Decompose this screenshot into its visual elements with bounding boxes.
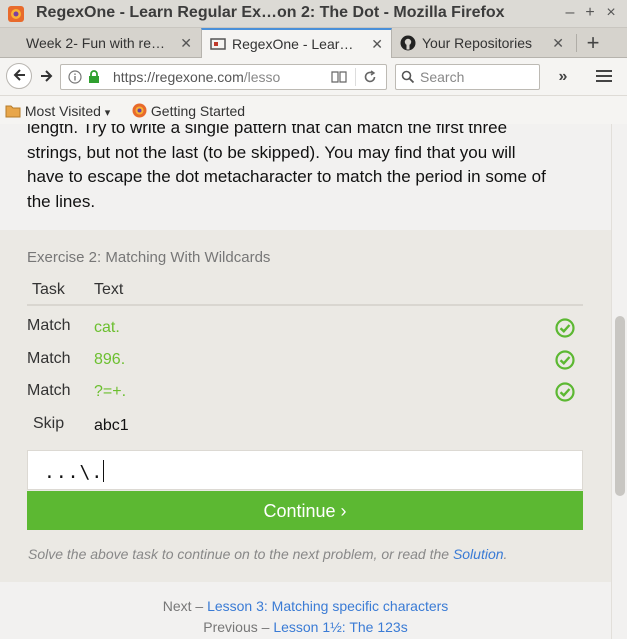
search-placeholder: Search (420, 69, 465, 85)
chevron-down-icon: ▾ (104, 107, 111, 119)
regex-answer-input[interactable]: ...\. (27, 450, 583, 490)
check-circle-icon (555, 318, 575, 338)
hint-text: Solve the above task to continue on to t… (28, 546, 507, 562)
tab-regexone[interactable]: RegexOne - Lear… ✕ (201, 28, 392, 58)
page-content: length. Try to write a single pattern th… (0, 124, 611, 639)
close-window-button[interactable]: × (603, 4, 619, 22)
hint-prefix: Solve the above task to continue on to t… (28, 546, 453, 562)
tab-label: Week 2- Fun with re… (26, 35, 166, 51)
row-text-value: cat. (94, 319, 120, 336)
arrow-left-icon (13, 69, 25, 81)
lesson-line: have to escape the dot metacharacter to … (27, 167, 546, 186)
previous-lesson-line: Previous – Lesson 1½: The 123s (0, 619, 611, 635)
prev-prefix: Previous – (203, 619, 274, 635)
bookmark-getting-started[interactable]: Getting Started (132, 103, 245, 119)
github-icon (400, 35, 416, 51)
page-scrollbar[interactable] (611, 124, 627, 639)
tab-close-icon[interactable]: ✕ (371, 36, 383, 53)
arrow-right-icon (41, 70, 53, 82)
search-bar[interactable]: Search (395, 64, 540, 90)
url-text: https://regexone.com/lesso (113, 69, 313, 85)
window-title: RegexOne - Learn Regular Ex…on 2: The Do… (36, 4, 505, 21)
tab-label: RegexOne - Lear… (232, 36, 354, 52)
title-bar: RegexOne - Learn Regular Ex…on 2: The Do… (0, 0, 627, 28)
folder-icon (5, 105, 21, 118)
continue-button[interactable]: Continue › (27, 491, 583, 530)
check-circle-icon (555, 382, 575, 402)
bookmark-label: Getting Started (150, 103, 246, 119)
tab-week2[interactable]: Week 2- Fun with re… ✕ (0, 28, 200, 58)
tab-separator (576, 34, 577, 52)
url-path: /lesso (243, 69, 281, 85)
row-text-value: ?=+. (94, 383, 127, 400)
menu-icon (596, 70, 612, 82)
back-button[interactable] (6, 63, 32, 89)
bookmarks-toolbar: Most Visited ▾ Getting Started (0, 96, 627, 124)
hamburger-menu-button[interactable] (593, 66, 615, 88)
lesson-paragraph: length. Try to write a single pattern th… (27, 124, 587, 214)
bookmark-label: Most Visited (24, 103, 101, 119)
tab-close-icon[interactable]: ✕ (552, 35, 564, 52)
lesson-line: the lines. (27, 191, 96, 211)
overflow-chevron-icon[interactable]: » (552, 66, 574, 88)
firefox-window: RegexOne - Learn Regular Ex…on 2: The Do… (0, 0, 627, 639)
tab-label: Your Repositories (422, 35, 532, 51)
solution-link[interactable]: Solution (453, 546, 504, 562)
new-tab-button[interactable]: + (582, 30, 604, 56)
header-text: Text (94, 281, 124, 298)
reader-view-icon[interactable] (331, 70, 347, 84)
tab-close-icon[interactable]: ✕ (180, 35, 192, 52)
lesson-line: strings, but not the last (to be skipped… (27, 142, 516, 162)
bookmark-most-visited[interactable]: Most Visited ▾ (5, 103, 110, 119)
row-task-label: Skip (33, 415, 65, 432)
lock-icon (89, 70, 99, 83)
forward-button[interactable] (36, 66, 58, 88)
header-divider (27, 304, 583, 306)
row-task-label: Match (27, 382, 71, 399)
next-lesson-line: Next – Lesson 3: Matching specific chara… (0, 598, 611, 614)
exercise-panel: Exercise 2: Matching With Wildcards Task… (0, 230, 611, 582)
exercise-title: Exercise 2: Matching With Wildcards (27, 249, 271, 266)
navigation-toolbar: https://regexone.com/lesso Search » (0, 58, 627, 96)
lesson-line: length. Try to write a single pattern th… (27, 124, 508, 137)
reload-icon[interactable] (363, 70, 377, 84)
maximize-button[interactable]: + (582, 4, 598, 22)
tab-bar: Week 2- Fun with re… ✕ RegexOne - Lear… … (0, 28, 627, 58)
url-bar[interactable]: https://regexone.com/lesso (60, 64, 387, 90)
text-caret (103, 460, 105, 482)
hint-suffix: . (503, 546, 508, 562)
url-host: https://regexone.com (113, 69, 244, 85)
search-icon (401, 70, 415, 84)
firefox-icon (132, 103, 147, 118)
answer-text: ...\. (44, 462, 104, 483)
minimize-button[interactable]: – (562, 4, 578, 22)
row-task-label: Match (27, 317, 71, 334)
row-text-value: 896. (94, 351, 126, 368)
tab-repositories[interactable]: Your Repositories ✕ (392, 28, 572, 58)
scrollbar-thumb[interactable] (615, 316, 625, 496)
row-task-label: Match (27, 350, 71, 367)
next-lesson-link[interactable]: Lesson 3: Matching specific characters (207, 598, 448, 614)
next-prefix: Next – (162, 598, 208, 614)
check-circle-icon (555, 350, 575, 370)
row-text-value: abc1 (94, 417, 129, 434)
info-icon (68, 70, 82, 84)
firefox-app-icon (8, 6, 24, 22)
url-divider (355, 68, 356, 86)
answer-value: ...\. (44, 460, 105, 483)
regexone-favicon-icon (210, 38, 226, 50)
header-task: Task (32, 281, 65, 298)
previous-lesson-link[interactable]: Lesson 1½: The 123s (273, 619, 407, 635)
